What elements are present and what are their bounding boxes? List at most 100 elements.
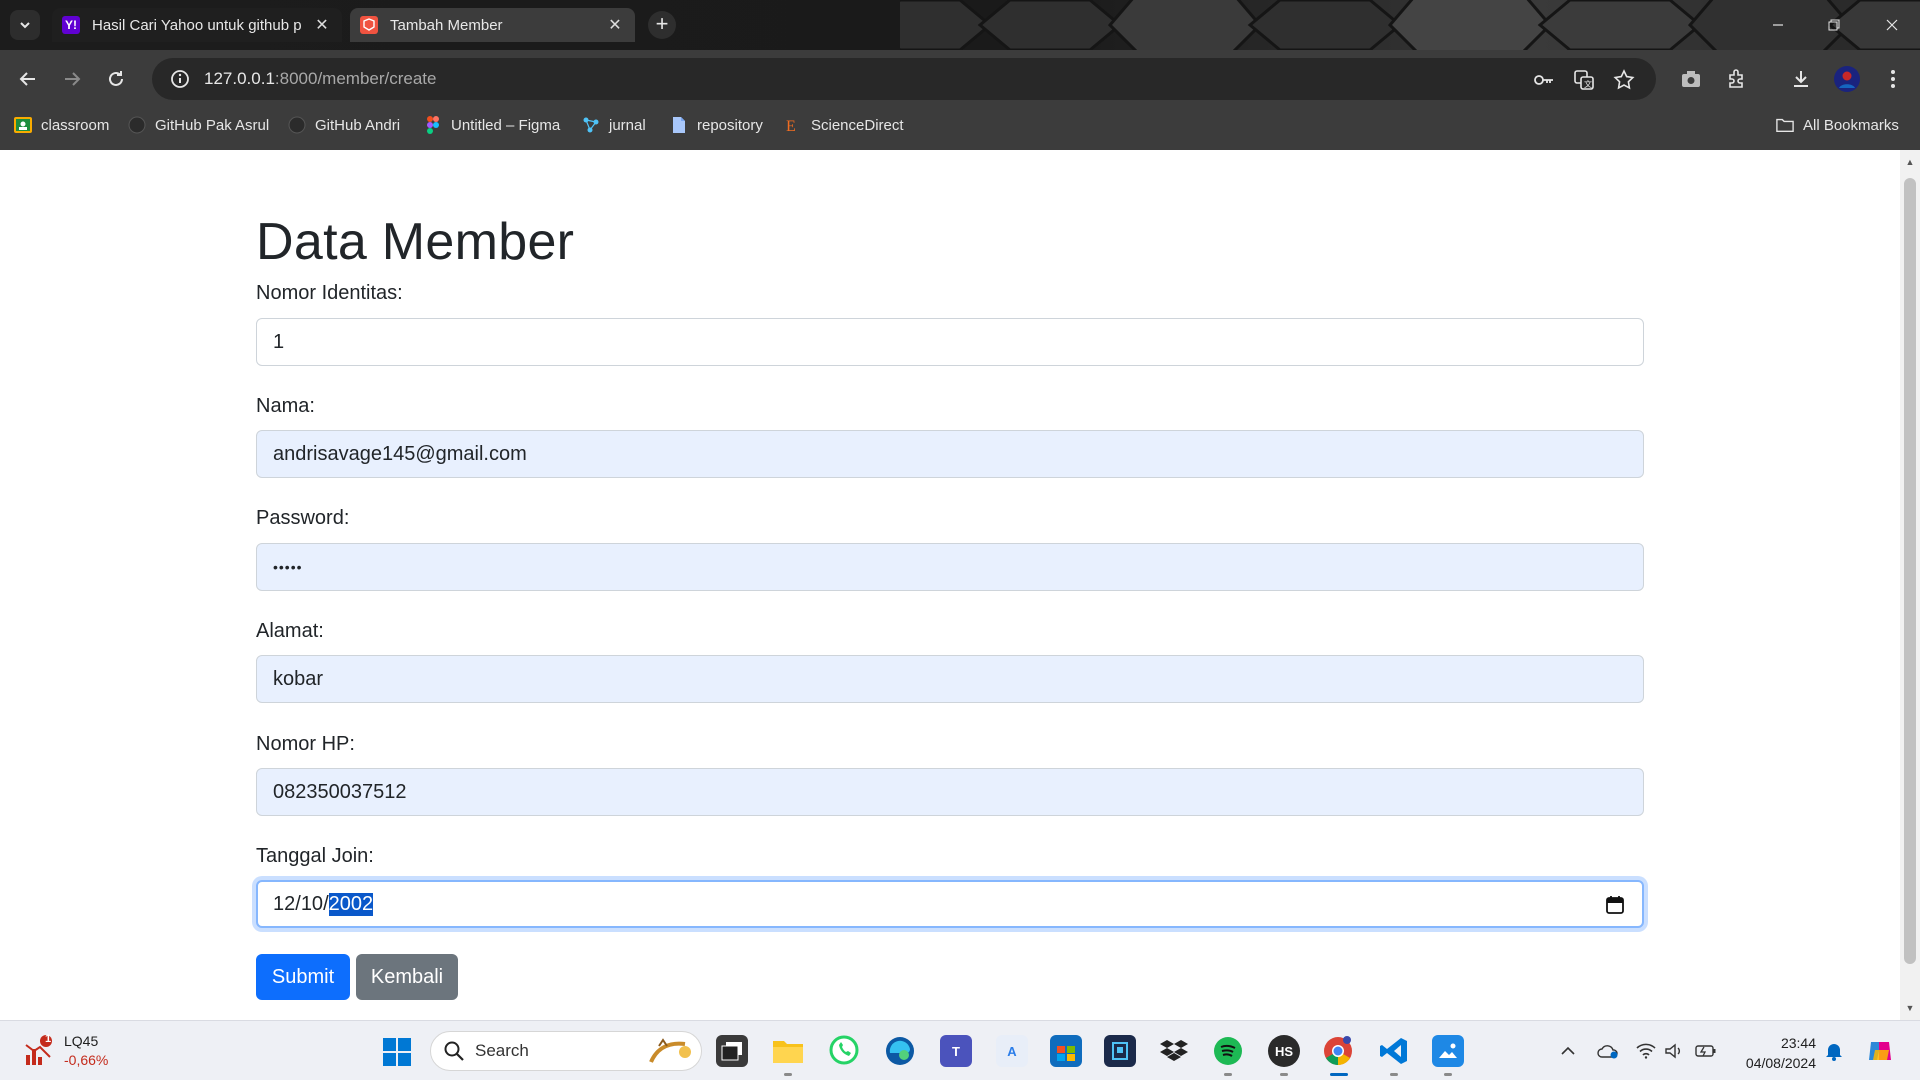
screenshot-icon[interactable] (1676, 64, 1706, 94)
tab-title: Tambah Member (390, 16, 503, 34)
close-window-button[interactable] (1864, 0, 1920, 50)
password-key-icon[interactable] (1532, 68, 1556, 92)
date-day[interactable]: 10 (301, 893, 323, 916)
bookmark-label: ScienceDirect (811, 116, 904, 134)
tab-yahoo-search[interactable]: Y! Hasil Cari Yahoo untuk github p ✕ (52, 8, 342, 42)
new-tab-button[interactable]: + (648, 11, 676, 39)
taskbar-search-box[interactable]: Search (430, 1031, 702, 1071)
teams-icon[interactable]: T (940, 1035, 972, 1067)
volume-icon[interactable] (1662, 1039, 1686, 1063)
scroll-up-arrow-icon[interactable]: ▲ (1900, 154, 1920, 170)
yahoo-icon: Y! (62, 16, 80, 34)
profile-avatar[interactable] (1832, 64, 1862, 94)
scroll-down-arrow-icon[interactable]: ▼ (1900, 1000, 1920, 1016)
minimize-button[interactable] (1750, 0, 1806, 50)
close-icon (1886, 19, 1898, 31)
chrome-icon[interactable] (1322, 1035, 1354, 1067)
active-indicator (1330, 1073, 1348, 1076)
bookmark-label: GitHub Andri (315, 116, 401, 134)
address-bar[interactable]: 127.0.0.1:8000/member/create 文 (152, 58, 1656, 100)
tab-title: Hasil Cari Yahoo untuk github p (92, 16, 302, 34)
reload-button[interactable] (100, 63, 132, 95)
app-shield-icon[interactable] (1104, 1035, 1136, 1067)
forward-button[interactable] (56, 63, 88, 95)
windows-logo-icon (383, 1038, 411, 1066)
system-clock[interactable]: 23:44 04/08/2024 (1736, 1033, 1816, 1073)
bookmark-github-pak-asrul[interactable]: GitHub Pak Asrul (128, 108, 269, 142)
svg-text:E: E (786, 118, 796, 134)
site-info-icon[interactable] (160, 69, 200, 89)
page-content: Data Member Nomor Identitas: 1 Nama: and… (0, 150, 1900, 1020)
jurnal-icon (582, 116, 600, 134)
close-icon[interactable]: ✕ (605, 15, 625, 35)
stock-widget[interactable]: 1 LQ45 -0,66% (22, 1031, 122, 1071)
bookmark-label: classroom (41, 116, 110, 134)
bookmark-classroom[interactable]: classroom (14, 108, 109, 142)
chevron-up-icon[interactable] (1556, 1039, 1580, 1063)
hs-app-icon[interactable]: HS (1268, 1035, 1300, 1067)
tab-tambah-member[interactable]: Tambah Member ✕ (350, 8, 635, 42)
bookmark-jurnal[interactable]: jurnal (582, 108, 646, 142)
tanggal-join-date-input[interactable]: 12/10/2002 (256, 880, 1644, 928)
extensions-icon[interactable] (1722, 64, 1752, 94)
photos-app-icon[interactable] (1432, 1035, 1464, 1067)
running-indicator (1390, 1073, 1398, 1076)
all-bookmarks-button[interactable]: All Bookmarks (1776, 108, 1899, 142)
file-explorer-icon[interactable] (772, 1035, 804, 1067)
label-tanggal-join: Tanggal Join: (256, 845, 374, 867)
edge-icon[interactable] (884, 1035, 916, 1067)
restore-button[interactable] (1806, 0, 1862, 50)
arrow-right-icon (65, 72, 81, 86)
vscode-icon[interactable] (1378, 1035, 1410, 1067)
input-value: ••••• (273, 559, 303, 575)
chevron-down-icon (20, 22, 30, 29)
alamat-input[interactable]: kobar (256, 655, 1644, 703)
reload-icon (109, 71, 123, 86)
bookmark-sciencedirect[interactable]: E ScienceDirect (784, 108, 904, 142)
nama-input[interactable]: andrisavage145@gmail.com (256, 430, 1644, 478)
close-icon[interactable]: ✕ (312, 15, 332, 35)
microsoft-store-icon[interactable] (1050, 1035, 1082, 1067)
calendar-icon[interactable] (1604, 894, 1626, 916)
nomor-identitas-input[interactable]: 1 (256, 318, 1644, 366)
nomor-hp-input[interactable]: 082350037512 (256, 768, 1644, 816)
start-button[interactable] (382, 1037, 412, 1067)
submit-button[interactable]: Submit (256, 954, 350, 1000)
page-scrollbar[interactable]: ▲ ▼ (1900, 150, 1920, 1020)
password-input[interactable]: ••••• (256, 543, 1644, 591)
notification-bell-icon[interactable] (1822, 1039, 1846, 1063)
tab-search-button[interactable] (10, 10, 40, 40)
arrow-left-icon (19, 72, 35, 86)
date-year[interactable]: 2002 (328, 892, 374, 916)
label-password: Password: (256, 507, 350, 529)
menu-kebab-icon[interactable] (1878, 64, 1908, 94)
bookmark-label: repository (697, 116, 763, 134)
kembali-button[interactable]: Kembali (356, 954, 458, 1000)
search-icon (444, 1041, 464, 1061)
download-icon[interactable] (1786, 64, 1816, 94)
clock-time: 23:44 (1780, 1035, 1816, 1051)
spotify-icon[interactable] (1212, 1035, 1244, 1067)
bookmark-star-icon[interactable] (1612, 68, 1636, 92)
bookmark-github-andri[interactable]: GitHub Andri (288, 108, 400, 142)
battery-icon[interactable] (1694, 1039, 1718, 1063)
dropbox-icon[interactable] (1158, 1035, 1190, 1067)
task-view-icon[interactable] (716, 1035, 748, 1067)
bookmark-repository[interactable]: repository (670, 108, 763, 142)
label-alamat: Alamat: (256, 620, 324, 642)
back-button[interactable] (12, 63, 44, 95)
copilot-icon[interactable] (1864, 1035, 1896, 1067)
scrollbar-thumb[interactable] (1904, 178, 1916, 964)
running-indicator (1444, 1073, 1452, 1076)
page-title: Data Member (256, 213, 575, 271)
date-month[interactable]: 12 (273, 893, 295, 916)
input-value: 1 (273, 330, 285, 353)
translator-icon[interactable]: A (996, 1035, 1028, 1067)
whatsapp-icon[interactable] (828, 1035, 860, 1067)
wifi-icon[interactable] (1634, 1039, 1658, 1063)
bookmark-figma[interactable]: Untitled – Figma (424, 108, 560, 142)
clock-date: 04/08/2024 (1745, 1055, 1816, 1071)
windows-taskbar: 1 LQ45 -0,66% Search T A HS 23:44 04/08/… (0, 1020, 1920, 1080)
onedrive-icon[interactable] (1596, 1039, 1620, 1063)
translate-icon[interactable]: 文 (1572, 68, 1596, 92)
